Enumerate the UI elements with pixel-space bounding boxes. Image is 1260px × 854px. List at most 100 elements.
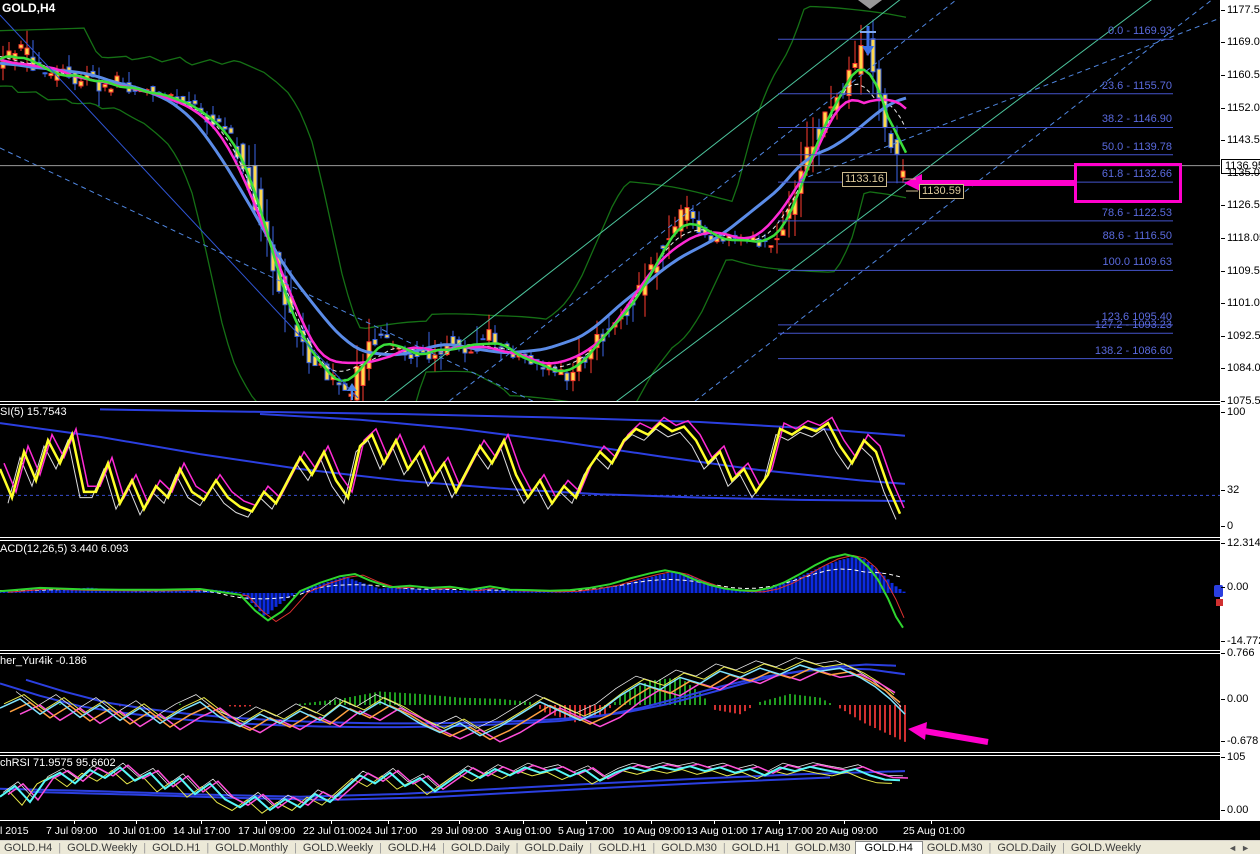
time-axis-label: 5 Aug 17:00 bbox=[558, 825, 615, 837]
time-axis-tick bbox=[74, 821, 75, 824]
scale-tick-label: 1084.05 bbox=[1227, 362, 1260, 374]
time-axis-tick bbox=[331, 821, 332, 824]
time-axis-tick bbox=[388, 821, 389, 824]
chart-tab-gold-m30[interactable]: GOLD.M30 bbox=[791, 842, 855, 854]
scale-tick-label: 1160.55 bbox=[1227, 69, 1260, 81]
fib-highlight-box[interactable] bbox=[1074, 163, 1182, 203]
scale-tick bbox=[1221, 303, 1225, 304]
time-axis[interactable]: l 2015 7 Jul 09:00 10 Jul 01:00 14 Jul 17:0… bbox=[0, 821, 1260, 840]
stochrsi-panel[interactable] bbox=[0, 756, 1220, 819]
scale-tick bbox=[1221, 543, 1225, 544]
panel-separator bbox=[0, 653, 1221, 654]
chart-tab-gold-daily[interactable]: GOLD.Daily bbox=[993, 842, 1060, 854]
chart-tab-gold-daily[interactable]: GOLD.Daily bbox=[447, 842, 514, 854]
chart-tab-gold-m30[interactable]: GOLD.M30 bbox=[923, 842, 987, 854]
chart-tab-gold-weekly[interactable]: GOLD.Weekly bbox=[299, 842, 377, 854]
fib-level-label: 23.6 - 1155.70 bbox=[1101, 79, 1172, 92]
chart-tab-gold-weekly[interactable]: GOLD.Weekly bbox=[1067, 842, 1145, 854]
time-axis-tick bbox=[844, 821, 845, 824]
trendline bbox=[0, 14, 359, 399]
tab-divider: | bbox=[58, 842, 62, 854]
scale-tick bbox=[1221, 271, 1225, 272]
scale-tick-label: 0.00 bbox=[1227, 804, 1249, 816]
scale-tick-label: 12.314 bbox=[1227, 537, 1260, 549]
scale-tick bbox=[1221, 526, 1225, 527]
tab-divider: | bbox=[722, 842, 726, 854]
scale-tick bbox=[1221, 140, 1225, 141]
scale-tick-label: 1169.05 bbox=[1227, 36, 1260, 48]
tab-scroll-left-icon[interactable]: ◄ bbox=[1228, 843, 1241, 853]
scale-tick bbox=[1221, 205, 1225, 206]
macd-label: ACD(12,26,5) 3.440 6.093 bbox=[0, 543, 129, 555]
chart-tab-gold-monthly[interactable]: GOLD.Monthly bbox=[211, 842, 292, 854]
scale-tick bbox=[1221, 757, 1225, 758]
tab-scroll-right-icon[interactable]: ► bbox=[1241, 843, 1254, 853]
tab-divider: | bbox=[589, 842, 593, 854]
scale-tick-label: 1118.05 bbox=[1227, 232, 1260, 244]
panel-separator[interactable] bbox=[0, 650, 1221, 651]
chart-tab-gold-h1[interactable]: GOLD.H1 bbox=[728, 842, 784, 854]
scale-tick-label: 1126.55 bbox=[1227, 199, 1260, 211]
time-axis-tick bbox=[779, 821, 780, 824]
fisher-panel[interactable] bbox=[0, 654, 1220, 751]
scale-tick bbox=[1221, 587, 1225, 588]
trendline bbox=[384, 0, 901, 401]
price-tag-1133[interactable]: 1133.16 bbox=[842, 172, 887, 187]
time-axis-label: 14 Jul 17:00 bbox=[173, 825, 231, 837]
scale-tick-label: -0.678 bbox=[1227, 735, 1259, 747]
chart-tab-bar: GOLD.H4 | GOLD.Weekly | GOLD.H1 | GOLD.Monthly… bbox=[0, 840, 1260, 854]
fib-level-label: 100.0 1109.63 bbox=[1102, 256, 1172, 269]
tab-divider: | bbox=[442, 842, 445, 854]
tab-divider: | bbox=[294, 842, 297, 854]
fib-level-label: 50.0 - 1139.78 bbox=[1101, 140, 1172, 153]
scale-tick bbox=[1221, 42, 1225, 43]
time-axis-tick bbox=[651, 821, 652, 824]
scale-tick bbox=[1221, 75, 1225, 76]
scale-tick-label: 0 bbox=[1227, 520, 1234, 532]
price-tag-1130[interactable]: 1130.59 bbox=[919, 184, 964, 199]
chart-tab-gold-h4[interactable]: GOLD.H4 bbox=[384, 842, 440, 854]
time-axis-label: 24 Jul 17:00 bbox=[360, 825, 418, 837]
tab-divider: | bbox=[206, 842, 210, 854]
time-axis-label: 17 Aug 17:00 bbox=[751, 825, 813, 837]
rsi-panel[interactable] bbox=[0, 405, 1220, 536]
scale-tick-label: 1135.05 bbox=[1227, 167, 1260, 179]
fisher-annotation-arrow-shaft[interactable] bbox=[923, 728, 989, 745]
chart-tab-gold-h4-active[interactable]: GOLD.H4 bbox=[854, 841, 923, 854]
chart-tab-gold-h1[interactable]: GOLD.H1 bbox=[594, 842, 650, 854]
chart-shift-triangle-icon[interactable] bbox=[858, 0, 882, 9]
time-axis-label: 13 Aug 01:00 bbox=[686, 825, 748, 837]
scale-tick-label: 1143.55 bbox=[1227, 134, 1260, 146]
chart-tab-gold-weekly[interactable]: GOLD.Weekly bbox=[63, 842, 141, 854]
tab-divider: | bbox=[988, 842, 992, 854]
tab-divider: | bbox=[786, 842, 789, 854]
scale-tick bbox=[1221, 401, 1225, 402]
scale-tick-label: 0.00 bbox=[1227, 693, 1249, 705]
macd-panel[interactable] bbox=[0, 541, 1220, 649]
main-chart[interactable] bbox=[0, 0, 1220, 401]
time-axis-tick bbox=[714, 821, 715, 824]
chart-tab-gold-daily[interactable]: GOLD.Daily bbox=[521, 842, 588, 854]
time-axis-tick bbox=[931, 821, 932, 824]
chart-tab-gold-h4[interactable]: GOLD.H4 bbox=[0, 842, 56, 854]
scale-tick bbox=[1221, 810, 1225, 811]
tab-divider: | bbox=[378, 842, 382, 854]
chart-tab-gold-m30[interactable]: GOLD.M30 bbox=[657, 842, 721, 854]
fisher-annotation-arrow-head-icon bbox=[908, 722, 927, 740]
panel-separator[interactable] bbox=[0, 752, 1221, 753]
scale-tick bbox=[1221, 699, 1225, 700]
scale-tick bbox=[1221, 10, 1225, 11]
time-axis-tick bbox=[586, 821, 587, 824]
chart-tab-gold-h1[interactable]: GOLD.H1 bbox=[148, 842, 204, 854]
time-axis-label: 7 Jul 09:00 bbox=[46, 825, 98, 837]
scale-tick-label: 1092.55 bbox=[1227, 330, 1260, 342]
scale-tick-label: -14.772 bbox=[1227, 635, 1260, 647]
scale-tick-label: 0.00 bbox=[1227, 581, 1249, 593]
panel-separator[interactable] bbox=[0, 537, 1221, 538]
time-axis-tick bbox=[459, 821, 460, 824]
scale-tick bbox=[1221, 490, 1225, 491]
fisher-label: her_Yur4ik -0.186 bbox=[0, 655, 87, 667]
panel-separator bbox=[0, 540, 1221, 541]
scale-tick bbox=[1221, 336, 1225, 337]
time-axis-label: 22 Jul 01:00 bbox=[303, 825, 361, 837]
